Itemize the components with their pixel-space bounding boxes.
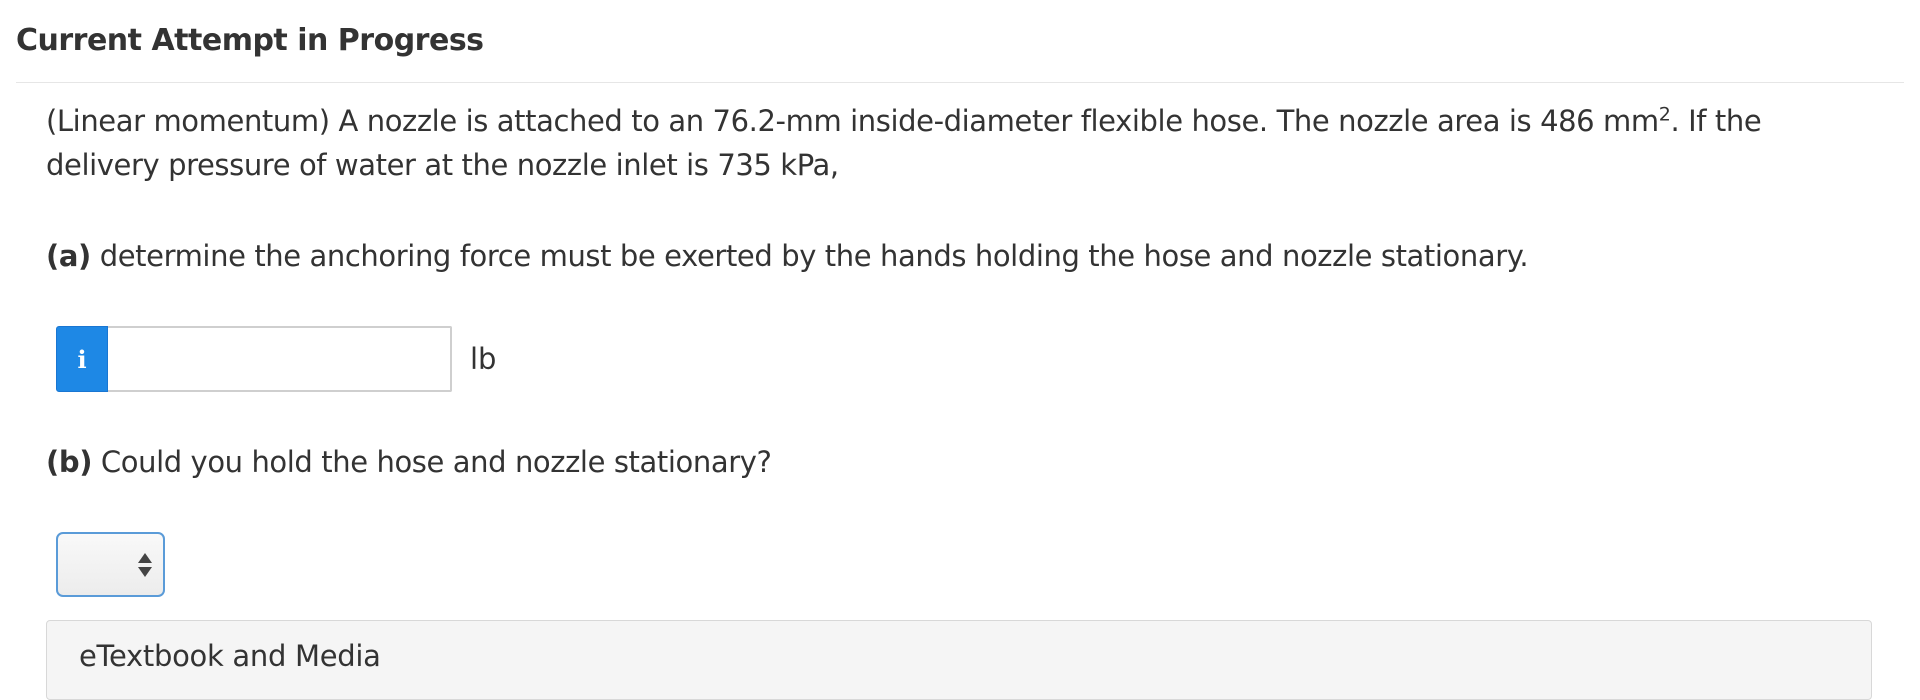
part-b-prompt: (b) Could you hold the hose and nozzle s… (46, 440, 772, 484)
etextbook-title: eTextbook and Media (79, 639, 381, 673)
part-a-text: determine the anchoring force must be ex… (90, 239, 1529, 273)
attempt-header: Current Attempt in Progress (16, 20, 1904, 83)
part-a-prompt: (a) determine the anchoring force must b… (46, 234, 1529, 278)
arrow-up-icon (138, 553, 152, 563)
select-arrows-icon (137, 553, 153, 579)
question-superscript: 2 (1658, 103, 1671, 126)
part-b-answer-select[interactable] (56, 532, 165, 597)
part-a-answer-input[interactable] (108, 326, 452, 392)
unit-label: lb (470, 342, 497, 376)
part-b-label: (b) (46, 445, 93, 479)
etextbook-panel[interactable]: eTextbook and Media (46, 620, 1872, 700)
question-text: (Linear momentum) A nozzle is attached t… (46, 99, 1876, 187)
info-icon[interactable]: i (56, 326, 108, 392)
question-text-main: (Linear momentum) A nozzle is attached t… (46, 104, 1659, 138)
part-a-label: (a) (46, 239, 91, 273)
page-title: Current Attempt in Progress (16, 23, 484, 58)
part-b-text: Could you hold the hose and nozzle stati… (92, 445, 772, 479)
part-a-answer-row: i lb (56, 326, 496, 392)
arrow-down-icon (138, 567, 152, 577)
